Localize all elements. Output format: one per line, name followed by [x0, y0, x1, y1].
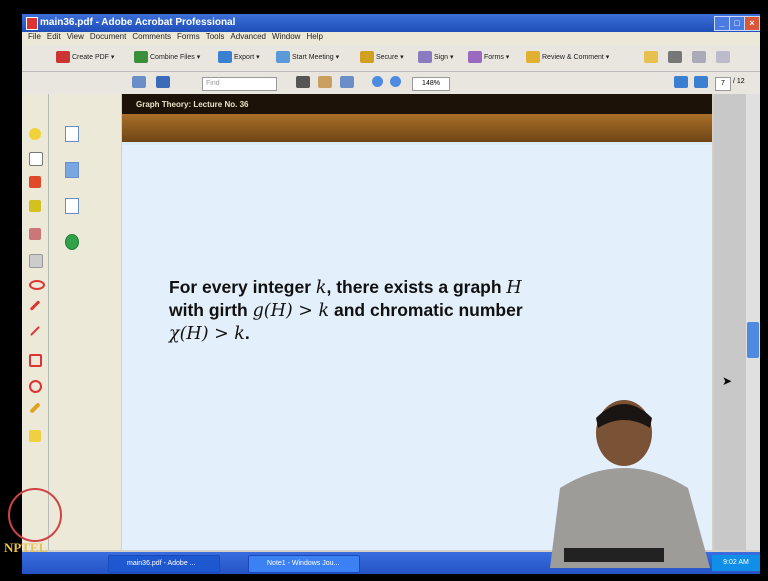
lock-icon — [360, 51, 374, 63]
magnifier-icon — [340, 76, 354, 88]
theorem-line-1: For every integer k, there exists a grap… — [169, 277, 522, 298]
line-tool-icon[interactable] — [30, 326, 40, 336]
print-button[interactable] — [668, 51, 684, 63]
review-comment-button[interactable]: Review & Comment ▾ — [526, 51, 609, 63]
create-pdf-icon — [56, 51, 70, 63]
forms-button[interactable]: Forms ▾ — [468, 51, 509, 63]
fullscreen-icon — [156, 76, 170, 88]
presenter-video — [550, 400, 710, 568]
folder-icon — [644, 51, 658, 63]
sign-button[interactable]: Sign ▾ — [418, 51, 453, 63]
cursor-icon — [296, 76, 310, 88]
text-edit-icon[interactable] — [29, 152, 43, 166]
textbox-icon[interactable] — [29, 254, 43, 268]
menu-document[interactable]: Document — [90, 32, 126, 41]
stamp-icon[interactable] — [29, 176, 41, 188]
arrow-up-icon — [674, 76, 688, 88]
cloud-icon[interactable] — [29, 280, 45, 290]
title-bar: main36.pdf - Adobe Acrobat Professional … — [22, 14, 760, 32]
combine-files-button[interactable]: Combine Files ▾ — [134, 51, 200, 63]
zoom-level-field[interactable]: 148% — [412, 77, 450, 91]
pencil-icon[interactable] — [29, 402, 41, 414]
acrobat-icon — [26, 17, 38, 30]
scrollbar-thumb[interactable] — [747, 322, 759, 358]
zoom-tool-button[interactable] — [340, 76, 356, 88]
task-journal[interactable]: Note1 - Windows Jou... — [248, 555, 360, 573]
menu-advanced[interactable]: Advanced — [230, 32, 266, 41]
pen-icon — [418, 51, 432, 63]
mouse-cursor-icon: ➤ — [722, 374, 733, 388]
highlight-icon[interactable] — [29, 200, 41, 212]
hand-tool-button[interactable] — [318, 76, 334, 88]
bookmarks-icon[interactable] — [65, 162, 79, 178]
next-page-button[interactable] — [694, 76, 710, 88]
menu-view[interactable]: View — [67, 32, 84, 41]
nptel-seal — [8, 488, 62, 542]
signatures-icon[interactable] — [65, 198, 79, 214]
previous-page-button[interactable] — [674, 76, 690, 88]
fullscreen-button[interactable] — [156, 76, 172, 88]
attach-icon[interactable] — [29, 430, 41, 442]
zoom-in-icon — [390, 76, 401, 87]
zoom-out-icon — [372, 76, 383, 87]
minimize-button[interactable]: _ — [714, 16, 730, 31]
arrow-tool-icon[interactable] — [29, 300, 41, 311]
theorem-line-3: χ(H) > k. — [169, 323, 250, 344]
callout-icon[interactable] — [29, 228, 41, 240]
menu-edit[interactable]: Edit — [47, 32, 61, 41]
menu-tools[interactable]: Tools — [206, 32, 225, 41]
lecture-title: Graph Theory: Lecture No. 36 — [136, 100, 249, 109]
rectangle-icon[interactable] — [29, 354, 42, 367]
review-icon — [526, 51, 540, 63]
menu-comments[interactable]: Comments — [132, 32, 171, 41]
email-button[interactable] — [716, 51, 732, 63]
secure-button[interactable]: Secure ▾ — [360, 51, 404, 63]
slide-header: Graph Theory: Lecture No. 36 — [122, 94, 712, 114]
zoom-out-button[interactable] — [372, 76, 385, 87]
navigation-pane — [49, 94, 121, 550]
close-button[interactable]: × — [744, 16, 760, 31]
menu-window[interactable]: Window — [272, 32, 300, 41]
window-title: main36.pdf - Adobe Acrobat Professional — [40, 17, 236, 28]
start-meeting-button[interactable]: Start Meeting ▾ — [276, 51, 339, 63]
meeting-icon — [276, 51, 290, 63]
tablet-icon — [564, 548, 664, 562]
menu-help[interactable]: Help — [306, 32, 322, 41]
select-tool-button[interactable] — [296, 76, 312, 88]
save-icon — [132, 76, 146, 88]
menu-forms[interactable]: Forms — [177, 32, 200, 41]
menu-bar: File Edit View Document Comments Forms Tools Ad… — [22, 32, 760, 45]
page-number-field[interactable]: 7 — [715, 77, 731, 91]
theorem-line-2: with girth g(H) > k and chromatic number — [169, 300, 523, 321]
tasks-toolbar: Create PDF ▾ Combine Files ▾ Export ▾ St… — [22, 45, 760, 72]
hand-icon — [318, 76, 332, 88]
page-total: / 12 — [733, 78, 745, 85]
disk-icon — [692, 51, 706, 63]
layers-icon[interactable] — [65, 234, 79, 250]
combine-icon — [134, 51, 148, 63]
task-acrobat[interactable]: main36.pdf - Adobe ... — [108, 555, 220, 573]
arrow-down-icon — [694, 76, 708, 88]
create-pdf-button[interactable]: Create PDF ▾ — [56, 51, 114, 63]
printer-icon — [668, 51, 682, 63]
export-icon — [218, 51, 232, 63]
navigation-toolbar: Find 148% 7 / 12 — [22, 72, 760, 94]
zoom-in-button[interactable] — [390, 76, 403, 87]
pages-icon[interactable] — [65, 126, 79, 142]
comment-tools-bar — [22, 94, 49, 550]
forms-icon — [468, 51, 482, 63]
save-button[interactable] — [692, 51, 708, 63]
slide-header-band — [122, 114, 712, 145]
export-button[interactable]: Export ▾ — [218, 51, 260, 63]
sticky-note-icon[interactable] — [29, 128, 41, 140]
mail-icon — [716, 51, 730, 63]
theorem-text: For every integer k, there exists a grap… — [169, 276, 639, 345]
find-input[interactable]: Find — [202, 77, 277, 91]
open-button[interactable] — [644, 51, 660, 63]
menu-file[interactable]: File — [28, 32, 41, 41]
oval-icon[interactable] — [29, 380, 42, 393]
save-copy-button[interactable] — [132, 76, 148, 88]
nptel-logo: NPTEL — [4, 540, 48, 555]
maximize-button[interactable]: □ — [729, 16, 745, 31]
